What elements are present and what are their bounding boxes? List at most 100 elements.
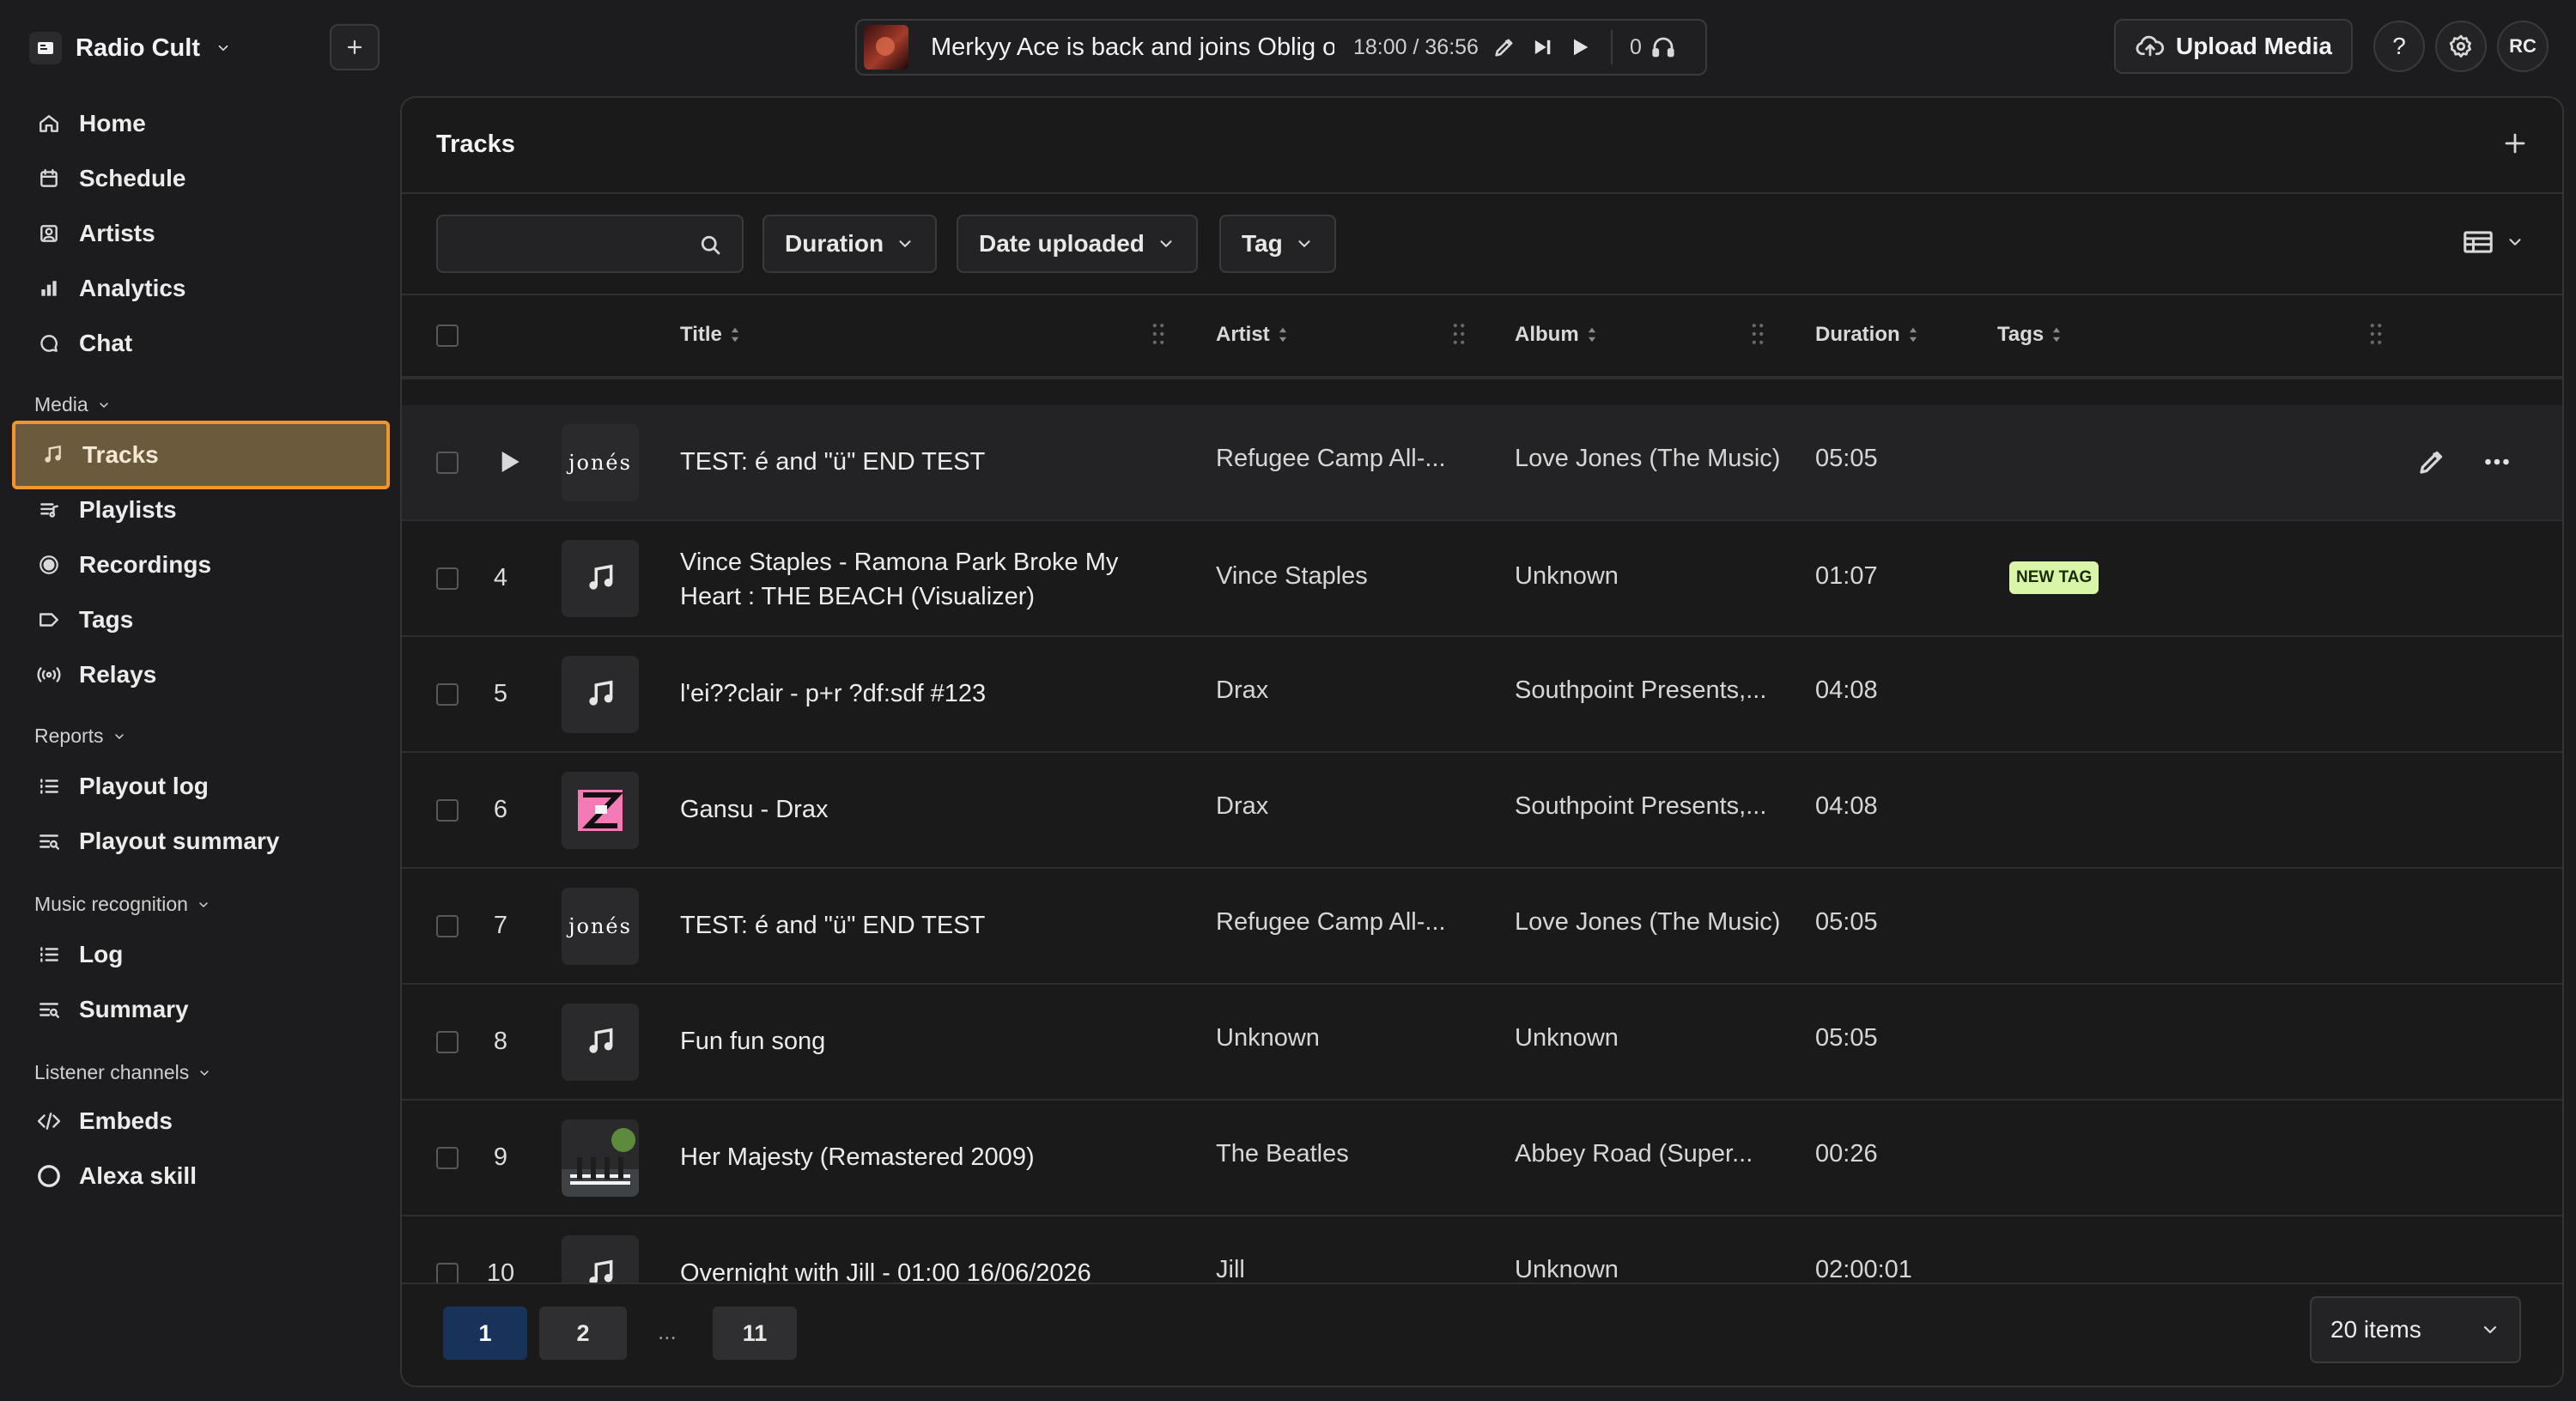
nav-relays[interactable]: Relays xyxy=(12,647,390,702)
table-row[interactable]: 9 Her Majesty (Remastered 2009) The Beat… xyxy=(402,1101,2562,1216)
table-row[interactable]: 4 Vince Staples - Ramona Park Broke My H… xyxy=(402,521,2562,637)
nav-artists[interactable]: Artists xyxy=(12,206,390,261)
column-artist[interactable]: Artist xyxy=(1216,323,1289,347)
track-title: Vince Staples - Ramona Park Broke My Hea… xyxy=(680,549,1119,610)
page-title: Tracks xyxy=(436,130,515,158)
column-duration[interactable]: Duration xyxy=(1815,323,1919,347)
column-tags[interactable]: Tags xyxy=(1997,323,2063,347)
add-track-button[interactable] xyxy=(2502,130,2528,156)
page-button[interactable]: 2 xyxy=(539,1307,627,1360)
nav-analytics[interactable]: Analytics xyxy=(12,261,390,316)
row-checkbox[interactable] xyxy=(436,567,459,590)
section-label: Media xyxy=(34,393,88,415)
play-button[interactable] xyxy=(1568,35,1592,59)
nav-label: Recordings xyxy=(79,551,212,578)
column-resize-handle[interactable] xyxy=(1752,321,1764,347)
column-resize-handle[interactable] xyxy=(1453,321,1465,347)
track-duration: 04:08 xyxy=(1815,792,1878,820)
select-all-checkbox[interactable] xyxy=(436,324,459,347)
user-avatar[interactable]: RC xyxy=(2497,21,2549,72)
view-toggle-button[interactable] xyxy=(2463,228,2524,256)
settings-button[interactable] xyxy=(2435,21,2487,72)
nav-recognition-log[interactable]: Log xyxy=(12,927,390,982)
nav-embeds[interactable]: Embeds xyxy=(12,1094,390,1149)
table-row[interactable]: 6 Gansu - Drax Drax Southpoint Presents,… xyxy=(402,753,2562,869)
music-note-icon xyxy=(589,1028,613,1053)
table-row[interactable]: 8 Fun fun song Unknown Unknown 05:05 xyxy=(402,985,2562,1101)
row-checkbox[interactable] xyxy=(436,683,459,706)
media-section-toggle[interactable]: Media xyxy=(34,393,111,416)
filter-tag[interactable]: Tag xyxy=(1219,215,1336,273)
track-artist: Vince Staples xyxy=(1216,562,1368,590)
page-size-select[interactable]: 20 items xyxy=(2310,1296,2521,1363)
row-actions xyxy=(2416,446,2512,477)
add-button[interactable] xyxy=(330,24,380,70)
track-number: 8 xyxy=(493,1028,508,1055)
track-title: Fun fun song xyxy=(680,1028,826,1055)
row-checkbox[interactable] xyxy=(436,452,459,474)
table-row[interactable]: 5 l'ei??clair - p+r ?df:sdf #123 Drax So… xyxy=(402,637,2562,753)
nav-chat[interactable]: Chat xyxy=(12,316,390,371)
reports-section-toggle[interactable]: Reports xyxy=(34,725,126,748)
help-button[interactable]: ? xyxy=(2373,21,2425,72)
upload-media-button[interactable]: Upload Media xyxy=(2114,19,2353,74)
nav-tags[interactable]: Tags xyxy=(12,592,390,647)
table-row[interactable]: jonés TEST: é and "ü" END TEST Refugee C… xyxy=(402,405,2562,521)
nav-alexa-skill[interactable]: Alexa skill xyxy=(12,1149,390,1204)
table-row[interactable]: 7 jonés TEST: é and "ü" END TEST Refugee… xyxy=(402,869,2562,985)
track-artwork xyxy=(562,540,639,617)
calendar-icon xyxy=(36,166,62,191)
nav-recordings[interactable]: Recordings xyxy=(12,537,390,592)
column-resize-handle[interactable] xyxy=(2370,321,2382,347)
more-options-button[interactable] xyxy=(2482,446,2512,477)
column-resize-handle[interactable] xyxy=(1152,321,1164,347)
track-album: Abbey Road (Super... xyxy=(1515,1140,1753,1168)
code-icon xyxy=(36,1108,62,1134)
filter-date-uploaded[interactable]: Date uploaded xyxy=(957,215,1198,273)
nav-playout-summary[interactable]: Playout summary xyxy=(12,814,390,869)
column-album[interactable]: Album xyxy=(1515,323,1598,347)
panel-header: Tracks xyxy=(402,98,2562,194)
nav-playlists[interactable]: Playlists xyxy=(12,482,390,537)
headphones-icon xyxy=(1652,37,1674,58)
listeners-button[interactable] xyxy=(1650,34,1676,60)
table-row[interactable] xyxy=(402,378,2562,379)
nav-label: Summary xyxy=(79,996,189,1022)
search-icon xyxy=(701,235,720,255)
page-button[interactable]: 1 xyxy=(443,1307,527,1360)
nav-recognition-summary[interactable]: Summary xyxy=(12,982,390,1037)
nav-schedule[interactable]: Schedule xyxy=(12,151,390,206)
music-recognition-section-toggle[interactable]: Music recognition xyxy=(34,893,210,916)
listener-channels-section-toggle[interactable]: Listener channels xyxy=(34,1061,211,1084)
playlist-icon xyxy=(36,497,62,523)
row-checkbox[interactable] xyxy=(436,915,459,937)
play-track-button[interactable] xyxy=(498,448,522,476)
edit-button[interactable] xyxy=(1492,35,1516,59)
skip-next-button[interactable] xyxy=(1530,35,1554,59)
chevron-down-icon xyxy=(1160,240,1172,247)
page-button[interactable]: 11 xyxy=(713,1307,797,1360)
search-input[interactable] xyxy=(436,215,744,273)
list-icon xyxy=(36,773,62,799)
tag-badge[interactable]: NEW TAG xyxy=(2009,561,2099,594)
alexa-icon xyxy=(36,1163,62,1189)
track-album: Unknown xyxy=(1515,1256,1619,1283)
row-checkbox[interactable] xyxy=(436,799,459,822)
artwork-text: jonés xyxy=(568,914,632,938)
plus-icon xyxy=(2505,133,2525,154)
row-checkbox[interactable] xyxy=(436,1031,459,1053)
track-artist: Refugee Camp All-... xyxy=(1216,908,1446,936)
nav-home[interactable]: Home xyxy=(12,96,390,151)
nav-playout-log[interactable]: Playout log xyxy=(12,759,390,814)
workspace-switcher[interactable]: Radio Cult xyxy=(29,26,231,70)
row-checkbox[interactable] xyxy=(436,1147,459,1169)
filter-duration[interactable]: Duration xyxy=(762,215,938,273)
track-artwork xyxy=(562,1119,639,1197)
now-playing-bar[interactable]: Merkyy Ace is back and joins Oblig on 18… xyxy=(855,19,1707,76)
table-view-icon xyxy=(2464,231,2493,253)
column-title[interactable]: Title xyxy=(680,323,741,347)
nav-label: Alexa skill xyxy=(79,1162,197,1189)
nav-tracks[interactable]: Tracks xyxy=(12,421,390,489)
track-artist: Jill xyxy=(1216,1256,1245,1283)
edit-track-button[interactable] xyxy=(2416,446,2447,477)
